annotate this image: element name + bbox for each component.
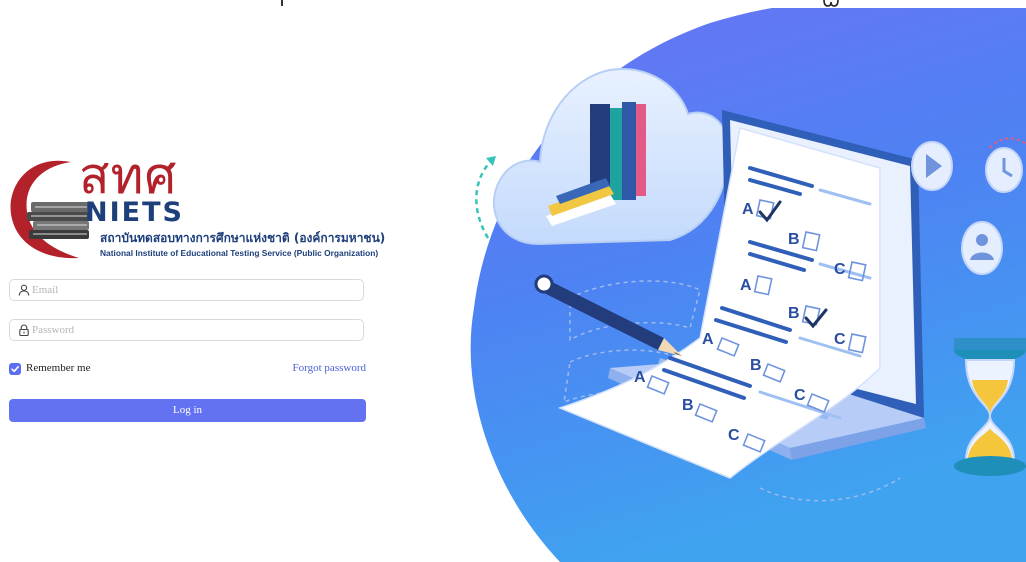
answer-letter: B [682, 397, 694, 414]
top-edge-mark [281, 0, 283, 6]
logo-english-name: National Institute of Educational Testin… [100, 248, 379, 258]
check-icon [11, 366, 19, 373]
answer-letter: C [834, 331, 846, 348]
play-icon [911, 141, 953, 191]
answer-letter: A [742, 201, 754, 218]
answer-letter: C [834, 261, 846, 278]
answer-letter: B [750, 357, 762, 374]
answer-letter: C [728, 427, 740, 444]
logo-thai-name: สถาบันทดสอบทางการศึกษาแห่งชาติ (องค์การม… [100, 231, 386, 245]
answer-letter: C [794, 387, 806, 404]
login-page: สทศ NIETS สถาบันทดสอบทางการศึกษาแห่งชาติ… [0, 0, 1026, 562]
remember-checkbox[interactable] [9, 363, 21, 375]
login-button[interactable]: Log in [9, 399, 366, 422]
exam-illustration: A B C A B C A B C A B C [470, 8, 1026, 562]
answer-letter: B [788, 305, 800, 322]
user-icon [18, 284, 30, 296]
lock-icon [19, 324, 29, 336]
forgot-password-link[interactable]: Forgot password [293, 362, 366, 374]
user-profile-icon [961, 221, 1003, 275]
login-panel: สทศ NIETS สถาบันทดสอบทางการศึกษาแห่งชาติ… [9, 147, 385, 422]
answer-letter: A [702, 331, 714, 348]
answer-letter: B [788, 231, 800, 248]
niets-logo: สทศ NIETS สถาบันทดสอบทางการศึกษาแห่งชาติ… [9, 147, 385, 262]
answer-letter: A [740, 277, 752, 294]
password-input[interactable] [32, 321, 352, 339]
remember-row: Remember me Forgot password [9, 362, 366, 377]
logo-niets-text: NIETS [85, 197, 184, 228]
answer-letter: A [634, 369, 646, 386]
remember-label: Remember me [26, 362, 91, 374]
dashed-arrow [475, 159, 493, 239]
email-field[interactable] [9, 279, 364, 301]
logo-thai-abbreviation: สทศ [79, 147, 178, 205]
email-input[interactable] [32, 281, 352, 299]
password-field[interactable] [9, 319, 364, 341]
